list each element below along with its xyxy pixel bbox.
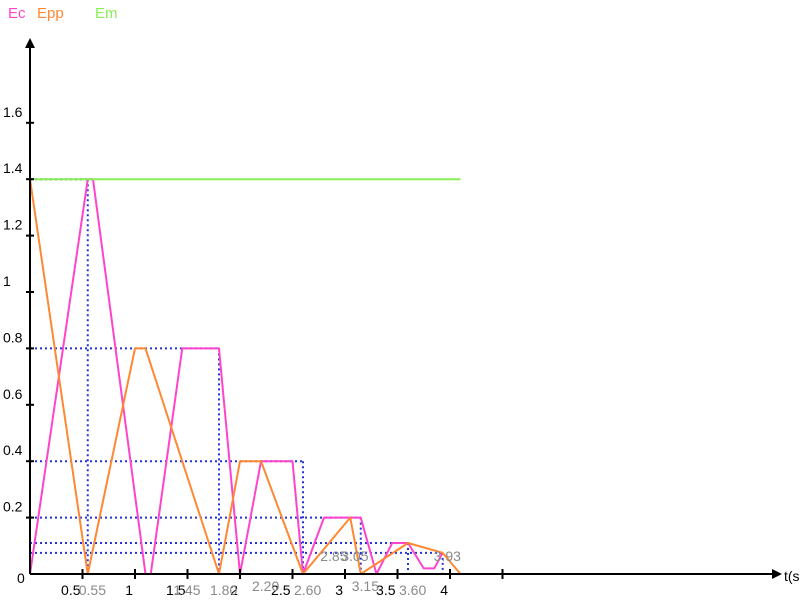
x-annotation-label: 3.15	[352, 578, 379, 594]
axes: t(s	[25, 38, 800, 584]
legend-label-ec: Ec	[8, 5, 26, 22]
x-annotation-label: 1.45	[173, 582, 200, 598]
series-line-epp	[29, 179, 462, 575]
x-annotation-label: 3.05	[341, 548, 368, 564]
x-annotation-label: 2.20	[252, 578, 279, 594]
legend-label-epp: Epp	[37, 5, 64, 22]
x-axis-title: t(s	[784, 568, 800, 584]
legend: Ec Epp Em	[8, 5, 118, 22]
y-tick-label: 0.8	[3, 329, 23, 345]
x-annotation-label: 3.93	[434, 548, 461, 564]
y-tick-label: 0.6	[3, 386, 23, 402]
series-group	[29, 178, 462, 575]
y-axis-arrow	[25, 38, 35, 48]
y-tick-label: 1.6	[3, 104, 23, 120]
legend-label-em: Em	[95, 5, 118, 22]
x-annotation-label: 1.80	[210, 582, 237, 598]
x-tick-label: 0.5	[61, 582, 81, 598]
guide-lines	[30, 178, 444, 574]
ticks: 00.5 1 1.5 2 2.5 3 3.5 40.20.40.60.811.21.41.6	[3, 104, 504, 598]
y-tick-label: 0.4	[3, 442, 23, 458]
x-tick-label: 3	[335, 582, 343, 598]
series-line-ec	[29, 178, 444, 575]
origin-label: 0	[17, 570, 25, 586]
y-tick-label: 1.2	[3, 217, 23, 233]
chart-svg: Ec Epp Em t(s 00.5 1 1.5 2 2.5 3 3.5 40.20.40.60.…	[3, 5, 800, 598]
x-tick-label: 4	[440, 582, 448, 598]
y-tick-label: 1	[3, 273, 11, 289]
y-tick-label: 0.2	[3, 499, 23, 515]
x-annotation-label: 2.60	[294, 582, 321, 598]
x-tick-label: 1	[125, 582, 133, 598]
x-annotation-label: 0.55	[79, 582, 106, 598]
x-annotation-label: 3.60	[399, 582, 426, 598]
x-axis-arrow	[772, 569, 782, 579]
y-tick-label: 1.4	[3, 160, 23, 176]
